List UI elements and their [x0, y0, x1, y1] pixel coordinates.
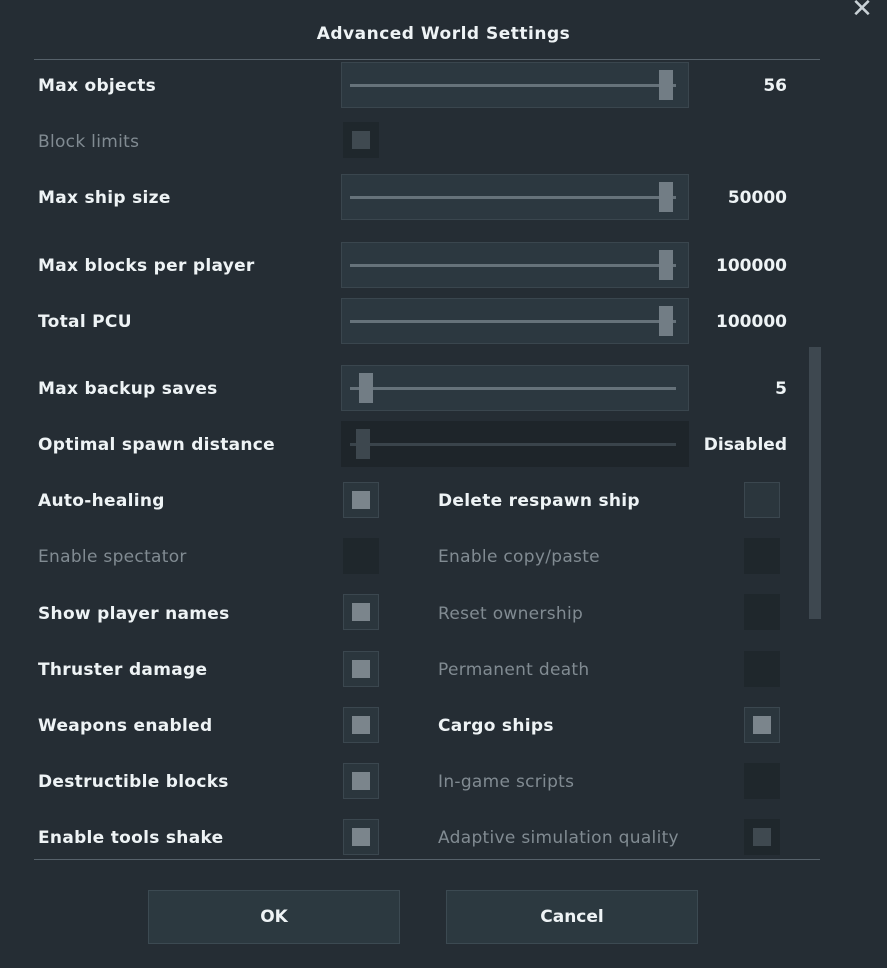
checkbox-mark [352, 828, 370, 846]
enable-spectator-checkbox[interactable] [343, 538, 379, 574]
enable-spectator-label: Enable spectator [38, 547, 187, 567]
max-backup-saves-slider[interactable] [341, 365, 689, 411]
close-icon[interactable]: ✕ [850, 0, 874, 22]
destructible-blocks-label: Destructible blocks [38, 772, 229, 792]
max-objects-label: Max objects [38, 76, 157, 96]
top-divider [34, 59, 820, 60]
max-backup-saves-label: Max backup saves [38, 379, 218, 399]
reset-ownership-label: Reset ownership [438, 604, 584, 624]
optimal-spawn-distance-label: Optimal spawn distance [38, 435, 276, 455]
slider-thumb[interactable] [659, 306, 674, 336]
checkbox-mark [753, 716, 771, 734]
reset-ownership-checkbox[interactable] [744, 594, 780, 630]
bottom-divider [34, 859, 820, 860]
max-ship-size-label: Max ship size [38, 188, 171, 208]
slider-track [350, 264, 676, 267]
block-limits-checkbox[interactable] [343, 122, 379, 158]
checkbox-mark [352, 603, 370, 621]
slider-thumb[interactable] [659, 182, 674, 212]
scrollbar-thumb[interactable] [809, 347, 821, 619]
in-game-scripts-checkbox[interactable] [744, 763, 780, 799]
slider-thumb[interactable] [359, 373, 374, 403]
block-limits-label: Block limits [38, 132, 140, 152]
slider-track [350, 387, 676, 390]
delete-respawn-ship-label: Delete respawn ship [438, 491, 640, 511]
thruster-damage-checkbox[interactable] [343, 651, 379, 687]
max-blocks-per-player-label: Max blocks per player [38, 256, 255, 276]
total-pcu-slider[interactable] [341, 298, 689, 344]
ok-button[interactable]: OK [148, 890, 400, 944]
slider-track [350, 320, 676, 323]
enable-copy-paste-label: Enable copy/paste [438, 547, 600, 567]
cancel-button[interactable]: Cancel [446, 890, 698, 944]
auto-healing-label: Auto-healing [38, 491, 165, 511]
adaptive-simulation-quality-checkbox[interactable] [744, 819, 780, 855]
checkbox-mark [352, 772, 370, 790]
checkbox-mark [352, 716, 370, 734]
permanent-death-checkbox[interactable] [744, 651, 780, 687]
cargo-ships-checkbox[interactable] [744, 707, 780, 743]
total-pcu-label: Total PCU [38, 312, 132, 332]
delete-respawn-ship-checkbox[interactable] [744, 482, 780, 518]
permanent-death-label: Permanent death [438, 660, 590, 680]
thruster-damage-label: Thruster damage [38, 660, 208, 680]
enable-tools-shake-checkbox[interactable] [343, 819, 379, 855]
max-backup-saves-value: 5 [775, 379, 787, 399]
checkbox-mark [753, 828, 771, 846]
max-ship-size-value: 50000 [727, 188, 787, 208]
optimal-spawn-distance-slider[interactable] [341, 421, 689, 467]
slider-thumb[interactable] [659, 70, 674, 100]
show-player-names-checkbox[interactable] [343, 594, 379, 630]
destructible-blocks-checkbox[interactable] [343, 763, 379, 799]
slider-thumb[interactable] [356, 429, 371, 459]
show-player-names-label: Show player names [38, 604, 230, 624]
optimal-spawn-distance-value: Disabled [703, 435, 787, 455]
auto-healing-checkbox[interactable] [343, 482, 379, 518]
slider-track [350, 196, 676, 199]
slider-thumb[interactable] [659, 250, 674, 280]
slider-track [350, 84, 676, 87]
checkbox-mark [352, 491, 370, 509]
checkbox-mark [352, 660, 370, 678]
adaptive-simulation-quality-label: Adaptive simulation quality [438, 828, 679, 848]
enable-tools-shake-label: Enable tools shake [38, 828, 224, 848]
total-pcu-value: 100000 [716, 312, 787, 332]
in-game-scripts-label: In-game scripts [438, 772, 575, 792]
max-ship-size-slider[interactable] [341, 174, 689, 220]
max-blocks-per-player-slider[interactable] [341, 242, 689, 288]
max-objects-value: 56 [763, 76, 787, 96]
slider-track [350, 443, 676, 446]
dialog-title: Advanced World Settings [316, 24, 571, 44]
checkbox-mark [352, 131, 370, 149]
cargo-ships-label: Cargo ships [438, 716, 554, 736]
weapons-enabled-checkbox[interactable] [343, 707, 379, 743]
weapons-enabled-label: Weapons enabled [38, 716, 213, 736]
max-blocks-per-player-value: 100000 [716, 256, 787, 276]
max-objects-slider[interactable] [341, 62, 689, 108]
enable-copy-paste-checkbox[interactable] [744, 538, 780, 574]
